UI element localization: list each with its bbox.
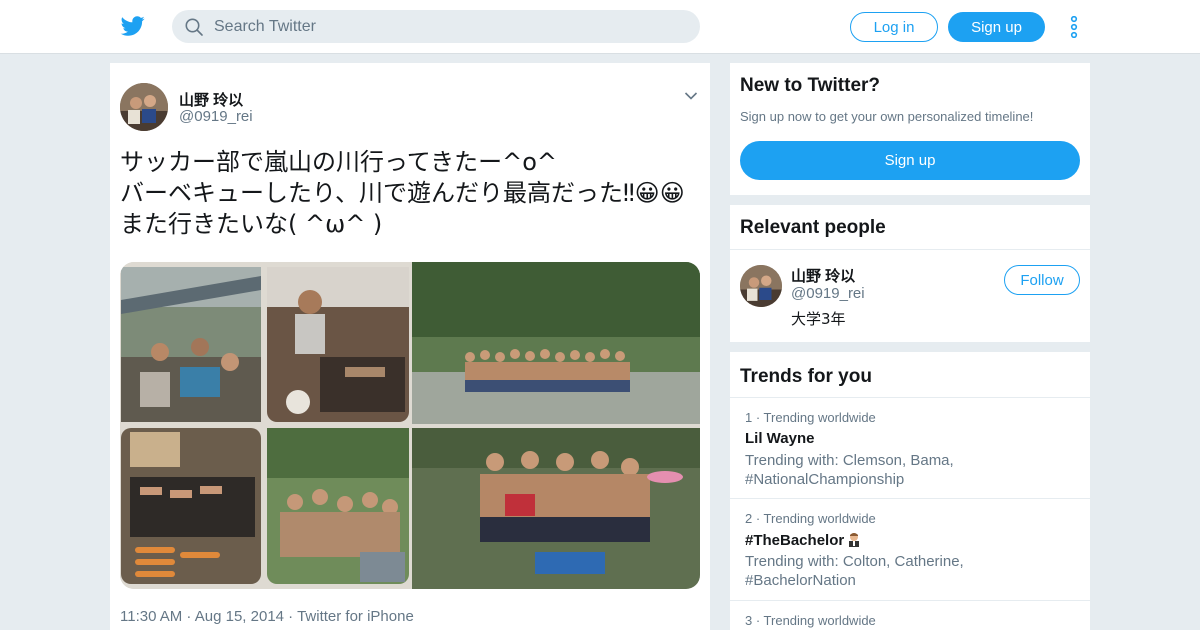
trend-name-text[interactable]: #TheBachelor bbox=[745, 532, 844, 549]
river-group-photo[interactable] bbox=[412, 262, 700, 424]
river-posing-photo[interactable] bbox=[412, 428, 700, 589]
trend-item[interactable]: 1 · Trending worldwide Lil Wayne Trendin… bbox=[730, 397, 1090, 498]
divider bbox=[730, 249, 1090, 250]
search-icon bbox=[185, 18, 203, 36]
trend-item[interactable]: 2 · Trending worldwide #TheBachelor Tren… bbox=[730, 498, 1090, 600]
trend-with: Trending with: Colton, Catherine, #Bache… bbox=[745, 553, 964, 589]
bachelor-rose-icon bbox=[849, 533, 860, 547]
tweet-media[interactable] bbox=[120, 262, 700, 589]
avatar[interactable] bbox=[120, 83, 168, 131]
trend-name[interactable]: Lil Wayne bbox=[745, 430, 814, 447]
new-to-twitter-module: New to Twitter? Sign up now to get your … bbox=[730, 63, 1090, 195]
tweet-card: 山野 玲以 @0919_rei サッカー部で嵐山の川行ってきたー^o^ バーベキ… bbox=[110, 63, 710, 630]
riverside-group-photo[interactable] bbox=[267, 428, 409, 584]
search-box[interactable] bbox=[172, 10, 700, 43]
module-title: Trends for you bbox=[740, 366, 872, 387]
signup-button[interactable]: Sign up bbox=[948, 12, 1045, 42]
module-title: Relevant people bbox=[740, 217, 886, 238]
trend-context: 2 · Trending worldwide bbox=[745, 511, 876, 526]
author-handle[interactable]: @0919_rei bbox=[179, 108, 253, 125]
bbq-group-photo[interactable] bbox=[121, 267, 261, 422]
chevron-down-icon[interactable] bbox=[684, 91, 698, 101]
grilling-photo[interactable] bbox=[267, 267, 409, 422]
signup-button-large[interactable]: Sign up bbox=[740, 141, 1080, 180]
grill-food-photo[interactable] bbox=[121, 428, 261, 584]
module-subtitle: Sign up now to get your own personalized… bbox=[740, 109, 1034, 124]
trend-name[interactable]: #TheBachelor bbox=[745, 531, 862, 549]
trend-with: Trending with: Clemson, Bama, #NationalC… bbox=[745, 452, 954, 488]
author-name[interactable]: 山野 玲以 bbox=[179, 89, 243, 110]
twitter-bird-icon[interactable] bbox=[120, 14, 146, 38]
follow-button[interactable]: Follow bbox=[1004, 265, 1080, 295]
tweet-text: サッカー部で嵐山の川行ってきたー^o^ バーベキューしたり、川で遊んだり最高だっ… bbox=[120, 148, 685, 238]
tweet-timestamp[interactable]: 11:30 AM · Aug 15, 2014 · Twitter for iP… bbox=[120, 608, 414, 625]
login-button[interactable]: Log in bbox=[850, 12, 938, 42]
search-input[interactable] bbox=[214, 17, 654, 36]
person-name[interactable]: 山野 玲以 bbox=[791, 265, 855, 286]
person-bio: 大学3年 bbox=[791, 310, 846, 328]
more-vertical-icon[interactable] bbox=[1067, 16, 1081, 38]
trend-context: 3 · Trending worldwide bbox=[745, 613, 876, 628]
trend-context: 1 · Trending worldwide bbox=[745, 410, 876, 425]
trend-item[interactable]: 3 · Trending worldwide bbox=[730, 600, 1090, 630]
top-bar: Log in Sign up bbox=[0, 0, 1200, 54]
person-handle[interactable]: @0919_rei bbox=[791, 285, 865, 302]
relevant-people-module: Relevant people 山野 玲以 @0919_rei 大学3年 Fol… bbox=[730, 205, 1090, 342]
module-title: New to Twitter? bbox=[740, 75, 881, 96]
avatar[interactable] bbox=[740, 265, 782, 307]
trends-module: Trends for you 1 · Trending worldwide Li… bbox=[730, 352, 1090, 630]
